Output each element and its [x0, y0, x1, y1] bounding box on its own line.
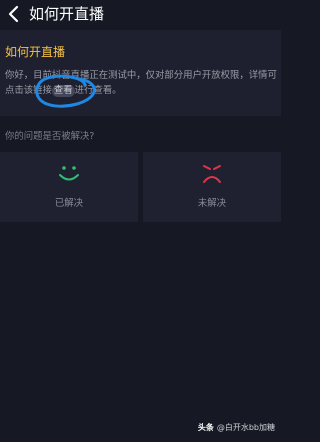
unsolved-label: 未解决: [197, 198, 227, 209]
watermark-handle: @白开水bb加糖: [216, 423, 275, 432]
back-button[interactable]: [3, 4, 23, 24]
unsolved-button[interactable]: 未解决: [143, 152, 281, 222]
article-title: 如何开直播: [5, 45, 66, 59]
top-nav-bar: 如何开直播: [0, 0, 281, 30]
solved-label: 已解决: [54, 198, 84, 209]
smile-face-icon: [59, 166, 79, 181]
feedback-question: 你的问题是否被解决?: [5, 131, 95, 142]
view-link[interactable]: 查看: [51, 85, 75, 97]
watermark: 头条 @白开水bb加糖: [198, 422, 275, 433]
watermark-brand: 头条: [197, 423, 214, 432]
article-body: 你好，目前抖音直播正在测试中，仅对部分用户开放权限，详情可点击该链接 查看 进行查看…: [5, 68, 277, 98]
article-panel: 如何开直播 你好，目前抖音直播正在测试中，仅对部分用户开放权限，详情可点击该链接…: [0, 30, 281, 116]
help-page: 如何开直播 如何开直播 你好，目前抖音直播正在测试中，仅对部分用户开放权限，详情…: [0, 0, 281, 442]
chevron-left-icon: [8, 5, 19, 23]
article-text-part2: 进行查看。: [74, 85, 122, 96]
solved-button[interactable]: 已解决: [0, 152, 138, 222]
article-text-part1: 你好，目前抖音直播正在测试中，仅对部分用户开放权限，详情可点击该链接: [5, 70, 277, 96]
page-title: 如何开直播: [29, 5, 105, 23]
sad-face-icon: [203, 165, 221, 183]
